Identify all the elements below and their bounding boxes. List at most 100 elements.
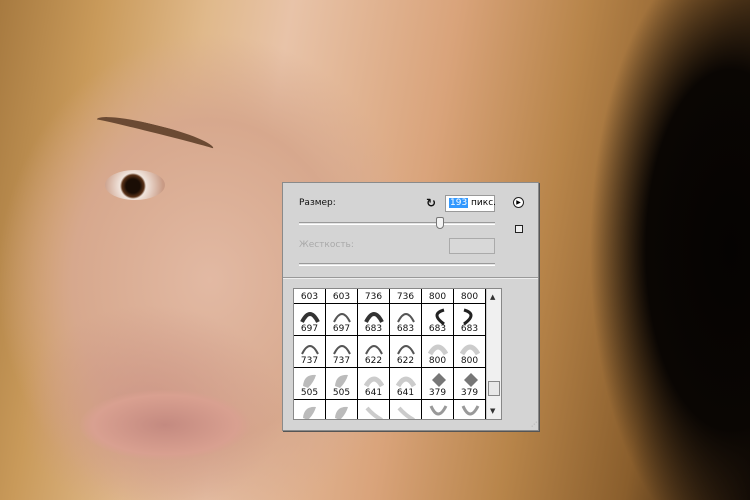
hardness-slider[interactable] bbox=[299, 263, 495, 266]
brush-size-label: 603 bbox=[332, 292, 351, 302]
brush-size-label: 683 bbox=[364, 324, 383, 334]
brush-list: 603 603 736 736 800 800 697 697 683 683 683 683 737 7… bbox=[293, 288, 502, 420]
scroll-up-icon[interactable]: ▲ bbox=[490, 293, 495, 301]
brush-size-label: 505 bbox=[332, 388, 351, 398]
brush-preset[interactable]: 683 bbox=[358, 304, 390, 336]
circle-play-icon[interactable]: ▶ bbox=[513, 197, 524, 208]
brush-tip-icon bbox=[303, 374, 316, 388]
brush-preset[interactable] bbox=[454, 400, 486, 419]
brush-size-label: 800 bbox=[428, 356, 447, 366]
brush-size-label: 800 bbox=[460, 356, 479, 366]
brush-tip-icon bbox=[333, 345, 351, 355]
brush-preset[interactable] bbox=[358, 400, 390, 419]
brush-tip-icon bbox=[365, 345, 383, 355]
brush-size-label: 683 bbox=[460, 324, 479, 334]
size-label: Размер: bbox=[299, 198, 336, 208]
brush-size-label: 622 bbox=[364, 356, 383, 366]
brush-preset[interactable]: 697 bbox=[294, 304, 326, 336]
scrollbar[interactable]: ▲ ▼ bbox=[486, 289, 501, 419]
size-slider[interactable] bbox=[299, 222, 495, 225]
brush-size-label: 736 bbox=[364, 292, 383, 302]
brush-size-label: 683 bbox=[396, 324, 415, 334]
lips bbox=[80, 390, 250, 460]
brush-tip-icon bbox=[432, 373, 446, 387]
brush-tip-icon bbox=[428, 344, 448, 356]
brush-preset[interactable]: 379 bbox=[454, 368, 486, 400]
brush-preset[interactable]: 505 bbox=[326, 368, 358, 400]
brush-preset[interactable]: 641 bbox=[390, 368, 422, 400]
brush-size-label: 800 bbox=[460, 292, 479, 302]
brush-preset[interactable]: 737 bbox=[326, 336, 358, 368]
brush-size-label: 379 bbox=[428, 388, 447, 398]
brush-size-label: 379 bbox=[460, 388, 479, 398]
divider bbox=[283, 277, 538, 279]
brush-tip-icon bbox=[333, 313, 351, 323]
size-slider-thumb[interactable] bbox=[436, 217, 445, 229]
brush-preset[interactable] bbox=[326, 400, 358, 419]
brush-size-label: 622 bbox=[396, 356, 415, 366]
brush-preset[interactable]: 736 bbox=[390, 289, 422, 304]
brush-size-label: 505 bbox=[300, 388, 319, 398]
brush-size-label: 603 bbox=[300, 292, 319, 302]
brush-tip-icon bbox=[303, 406, 316, 419]
new-preset-icon[interactable] bbox=[515, 225, 523, 233]
size-input[interactable]: 193 пикс. bbox=[445, 195, 497, 212]
brush-tip-icon bbox=[397, 406, 415, 419]
brush-tip-icon bbox=[460, 344, 480, 356]
brush-tip-icon bbox=[335, 374, 348, 388]
brush-size-label: 641 bbox=[364, 388, 383, 398]
brush-size-label: 641 bbox=[396, 388, 415, 398]
brush-size-label: 697 bbox=[300, 324, 319, 334]
brush-preset[interactable] bbox=[422, 400, 454, 419]
brush-preset[interactable]: 505 bbox=[294, 368, 326, 400]
brush-preset[interactable] bbox=[390, 400, 422, 419]
brush-tip-icon bbox=[300, 312, 320, 323]
brush-tip-icon bbox=[364, 312, 384, 323]
eye bbox=[105, 170, 165, 200]
brush-tip-icon bbox=[397, 313, 415, 323]
brush-size-label: 736 bbox=[396, 292, 415, 302]
brush-preset[interactable]: 641 bbox=[358, 368, 390, 400]
brush-tip-icon bbox=[396, 376, 416, 388]
rotate-ccw-icon[interactable]: ↻ bbox=[426, 197, 438, 209]
brush-preset[interactable]: 622 bbox=[390, 336, 422, 368]
hardness-label: Жесткость: bbox=[299, 240, 354, 250]
brush-preset[interactable]: 379 bbox=[422, 368, 454, 400]
brush-size-label: 697 bbox=[332, 324, 351, 334]
brush-preset[interactable]: 603 bbox=[294, 289, 326, 304]
scroll-down-icon[interactable]: ▼ bbox=[490, 407, 495, 415]
brush-tip-icon bbox=[429, 405, 448, 416]
brush-preset-picker-panel: Размер: ↻ 193 пикс. ▶ Жесткость: 603 603 7… bbox=[282, 182, 539, 431]
brush-size-label: 683 bbox=[428, 324, 447, 334]
brush-preset[interactable]: 622 bbox=[358, 336, 390, 368]
scrollbar-thumb[interactable] bbox=[488, 381, 500, 396]
brush-tip-icon bbox=[335, 406, 348, 419]
brush-preset[interactable]: 737 bbox=[294, 336, 326, 368]
brush-size-label: 737 bbox=[300, 356, 319, 366]
size-unit: пикс. bbox=[468, 198, 497, 208]
brush-preset[interactable]: 800 bbox=[454, 336, 486, 368]
brush-preset[interactable]: 800 bbox=[454, 289, 486, 304]
brush-preset[interactable]: 800 bbox=[422, 289, 454, 304]
brush-preset[interactable]: 800 bbox=[422, 336, 454, 368]
resize-grip-icon[interactable]: ⋰ bbox=[531, 421, 537, 428]
brush-tip-icon bbox=[301, 345, 319, 355]
brush-tip-icon bbox=[461, 405, 480, 416]
brush-tip-icon bbox=[365, 406, 383, 419]
brush-preset[interactable]: 683 bbox=[454, 304, 486, 336]
brush-size-label: 737 bbox=[332, 356, 351, 366]
hardness-input[interactable] bbox=[449, 238, 495, 254]
brush-tip-icon bbox=[435, 308, 445, 326]
brush-preset[interactable]: 683 bbox=[422, 304, 454, 336]
brush-tip-icon bbox=[397, 345, 415, 355]
brush-preset[interactable]: 603 bbox=[326, 289, 358, 304]
brush-size-label: 800 bbox=[428, 292, 447, 302]
brush-tip-icon bbox=[463, 308, 473, 326]
brush-preset[interactable]: 736 bbox=[358, 289, 390, 304]
brush-tip-icon bbox=[364, 376, 384, 388]
brush-preset[interactable] bbox=[294, 400, 326, 419]
brush-preset[interactable]: 683 bbox=[390, 304, 422, 336]
brush-tip-icon bbox=[464, 373, 478, 387]
brush-preset[interactable]: 697 bbox=[326, 304, 358, 336]
size-value: 193 bbox=[449, 198, 469, 208]
